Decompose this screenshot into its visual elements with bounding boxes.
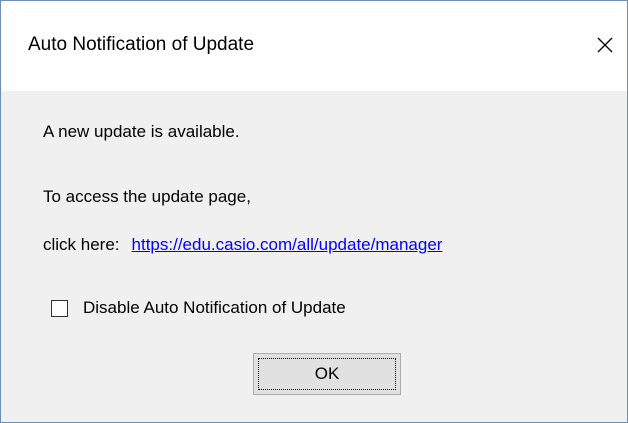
disable-notification-checkbox[interactable] xyxy=(51,300,68,317)
title-bar: Auto Notification of Update xyxy=(1,1,627,91)
click-here-row: click here: https://edu.casio.com/all/upd… xyxy=(43,235,442,255)
dialog-window: Auto Notification of Update A new update… xyxy=(0,0,628,423)
ok-button[interactable]: OK xyxy=(253,353,401,395)
close-icon xyxy=(597,37,613,53)
dialog-title: Auto Notification of Update xyxy=(28,34,255,55)
disable-notification-label[interactable]: Disable Auto Notification of Update xyxy=(83,298,346,318)
close-button[interactable] xyxy=(581,19,627,73)
access-instruction-text: To access the update page, xyxy=(43,187,251,206)
update-manager-link[interactable]: https://edu.casio.com/all/update/manager xyxy=(132,235,443,254)
ok-button-label: OK xyxy=(314,364,340,383)
dialog-content: A new update is available. To access the… xyxy=(1,91,627,422)
update-available-text: A new update is available. xyxy=(43,122,240,141)
click-here-label: click here: xyxy=(43,235,120,254)
